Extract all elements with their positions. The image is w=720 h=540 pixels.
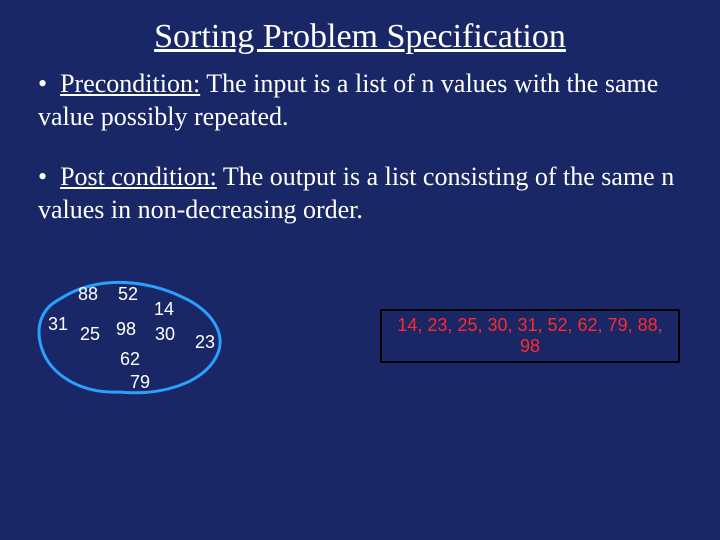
scatter-value: 62 xyxy=(120,349,140,370)
sorted-output-box: 14, 23, 25, 30, 31, 52, 62, 79, 88, 98 xyxy=(380,309,680,363)
scatter-value: 52 xyxy=(118,284,138,305)
bullet-icon: • xyxy=(38,68,54,101)
scatter-value: 30 xyxy=(155,324,175,345)
scatter-value: 25 xyxy=(80,324,100,345)
scatter-value: 23 xyxy=(195,332,215,353)
unsorted-blob: 88 52 14 31 25 98 30 23 62 79 xyxy=(30,274,240,404)
postcondition-paragraph: • Post condition: The output is a list c… xyxy=(38,161,682,226)
precondition-paragraph: • Precondition: The input is a list of n… xyxy=(38,68,682,133)
bullet-icon: • xyxy=(38,161,54,194)
sorted-output-text: 14, 23, 25, 30, 31, 52, 62, 79, 88, 98 xyxy=(397,315,662,356)
scatter-value: 79 xyxy=(130,372,150,393)
precondition-label: Precondition: xyxy=(60,69,200,98)
slide-title: Sorting Problem Specification xyxy=(0,0,720,68)
scatter-value: 31 xyxy=(48,314,68,335)
scatter-value: 98 xyxy=(116,319,136,340)
postcondition-label: Post condition: xyxy=(60,162,217,191)
slide-body: • Precondition: The input is a list of n… xyxy=(0,68,720,226)
diagram-area: 88 52 14 31 25 98 30 23 62 79 14, 23, 25… xyxy=(0,254,720,434)
scatter-value: 88 xyxy=(78,284,98,305)
scatter-value: 14 xyxy=(154,299,174,320)
